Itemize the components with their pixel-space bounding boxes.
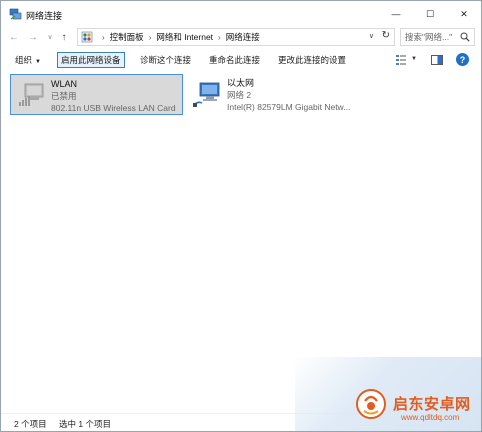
ethernet-text: 以太网 网络 2 Intel(R) 82579LM Gigabit Netw..… xyxy=(227,77,350,113)
close-icon: ✕ xyxy=(460,8,468,19)
enable-device-button[interactable]: 启用此网络设备 xyxy=(57,52,125,68)
maximize-icon: ☐ xyxy=(425,8,435,19)
breadcrumb-network-connections[interactable]: 网络连接 xyxy=(226,31,260,43)
help-icon[interactable]: ? xyxy=(456,53,469,66)
network-connections-window: 网络连接 — ☐ ✕ ← → ∨ ↑ › 控制面板 › 网络和 Internet… xyxy=(0,0,482,432)
preview-pane-icon[interactable] xyxy=(431,55,443,65)
rename-button[interactable]: 重命名此连接 xyxy=(205,52,264,68)
diagnose-button[interactable]: 诊断这个连接 xyxy=(136,52,195,68)
organize-label: 组织 xyxy=(15,55,33,65)
selected-count: 选中 1 个项目 xyxy=(59,419,111,429)
connection-name: WLAN xyxy=(51,79,78,89)
network-connections-icon xyxy=(9,8,22,20)
forward-button[interactable]: → xyxy=(26,29,40,45)
watermark-url: www.qdltdq.com xyxy=(401,413,460,422)
connection-device: 802.11n USB Wireless LAN Card xyxy=(51,103,176,113)
address-history-chevron-icon[interactable]: ∨ xyxy=(369,32,374,40)
search-input[interactable]: 搜索"网络..." xyxy=(400,28,475,46)
breadcrumb-separator: › xyxy=(102,32,105,42)
refresh-icon[interactable]: ↻ xyxy=(382,30,390,41)
search-placeholder: 搜索"网络..." xyxy=(405,32,453,42)
minimize-button[interactable]: — xyxy=(379,1,413,27)
forward-arrow-icon: → xyxy=(28,31,38,43)
breadcrumb-separator: › xyxy=(148,32,152,42)
search-icon xyxy=(460,32,470,42)
up-button[interactable]: ↑ xyxy=(57,29,71,45)
organize-menu[interactable]: 组织 ▼ xyxy=(11,52,45,68)
maximize-button[interactable]: ☐ xyxy=(413,1,447,27)
watermark-logo-icon xyxy=(356,389,386,419)
up-arrow-icon: ↑ xyxy=(61,31,67,43)
connection-status: 网络 2 xyxy=(227,90,252,100)
connection-status: 已禁用 xyxy=(51,91,77,101)
address-bar[interactable]: › 控制面板 › 网络和 Internet › 网络连接 ∨ ↻ xyxy=(77,28,395,46)
command-bar: 组织 ▼ 启用此网络设备 诊断这个连接 重命名此连接 更改此连接的设置 ▼ ? xyxy=(1,50,481,70)
recent-locations-button[interactable]: ∨ xyxy=(43,29,57,45)
address-row: ← → ∨ ↑ › 控制面板 › 网络和 Internet › 网络连接 ∨ ↻… xyxy=(1,27,481,47)
connection-device: Intel(R) 82579LM Gigabit Netw... xyxy=(227,102,351,112)
minimize-icon: — xyxy=(391,9,401,19)
item-count: 2 个项目 xyxy=(14,419,47,429)
connection-item-wlan[interactable]: WLAN 已禁用 802.11n USB Wireless LAN Card xyxy=(10,74,183,115)
back-button[interactable]: ← xyxy=(7,29,21,45)
close-button[interactable]: ✕ xyxy=(447,1,481,27)
connection-item-ethernet[interactable]: 以太网 网络 2 Intel(R) 82579LM Gigabit Netw..… xyxy=(187,74,357,115)
wireless-adapter-disabled-icon xyxy=(19,83,44,106)
back-arrow-icon: ← xyxy=(9,31,19,43)
ethernet-adapter-icon xyxy=(193,82,220,107)
change-view-icon[interactable] xyxy=(395,54,407,66)
breadcrumb-control-panel[interactable]: 控制面板 xyxy=(110,31,144,43)
caret-down-icon: ▼ xyxy=(35,59,41,65)
chevron-down-icon: ∨ xyxy=(47,34,53,41)
control-panel-icon xyxy=(81,31,93,43)
change-settings-button[interactable]: 更改此连接的设置 xyxy=(274,52,350,68)
view-options-caret-icon[interactable]: ▼ xyxy=(411,56,417,62)
wlan-text: WLAN 已禁用 802.11n USB Wireless LAN Card xyxy=(51,78,176,114)
breadcrumb-separator: › xyxy=(218,32,221,42)
breadcrumb-network-internet[interactable]: 网络和 Internet xyxy=(156,31,213,43)
title-bar: 网络连接 — ☐ ✕ xyxy=(1,1,481,27)
window-title: 网络连接 xyxy=(26,11,63,21)
connection-name: 以太网 xyxy=(227,78,255,88)
watermark-name: 启东安卓网 xyxy=(393,396,471,413)
